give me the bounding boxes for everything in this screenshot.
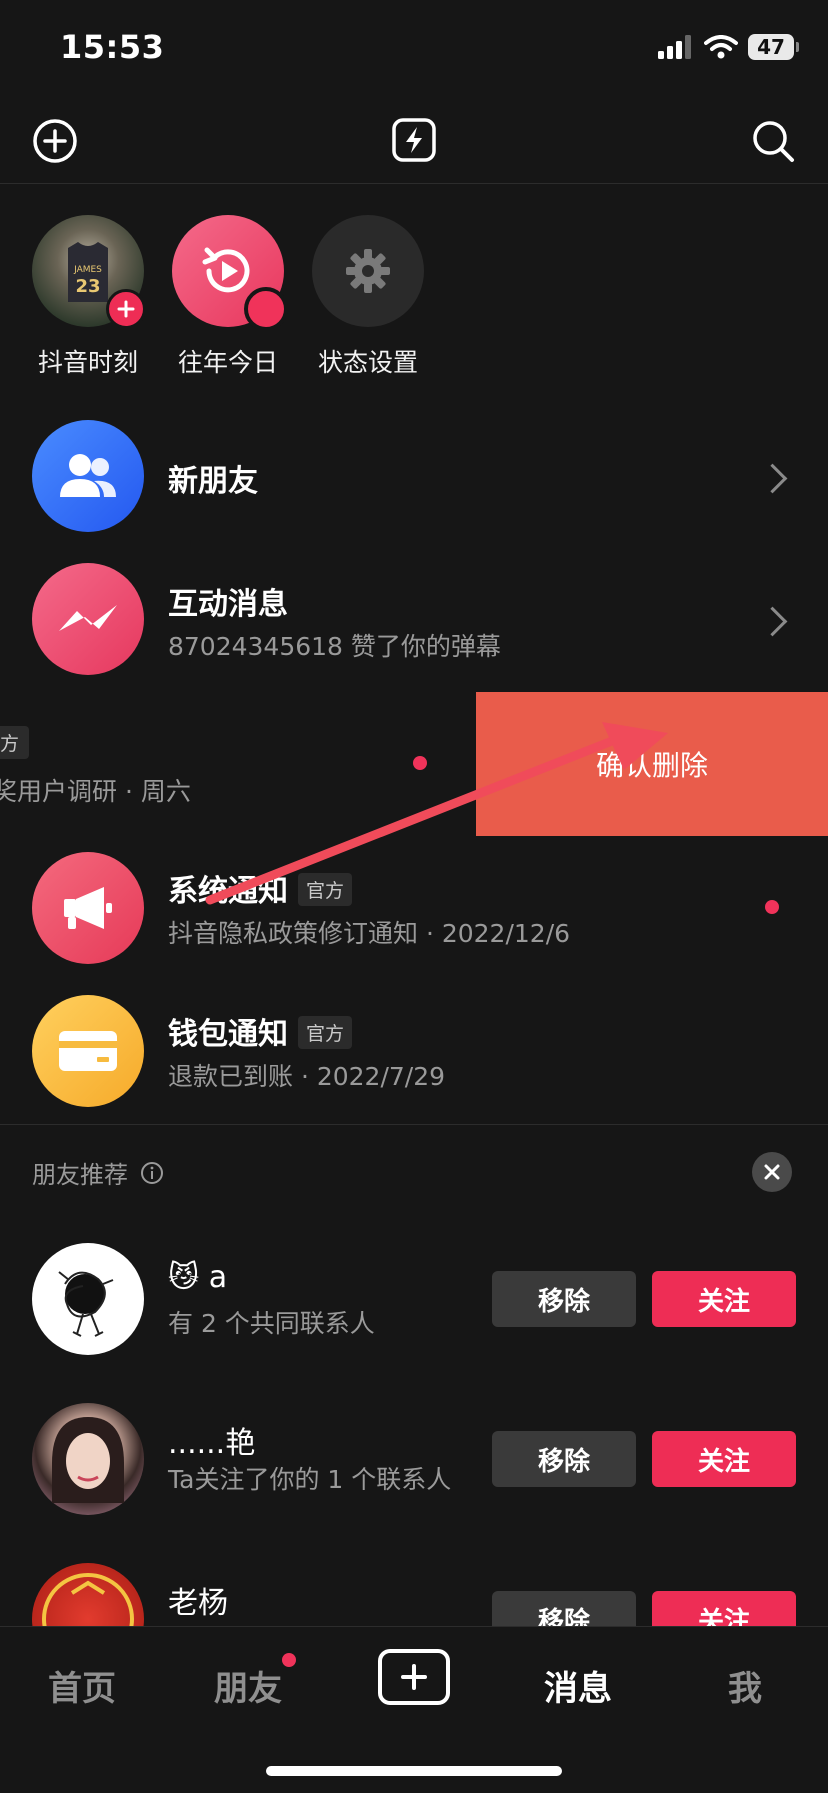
home-indicator — [266, 1766, 562, 1776]
official-tag: 官方 — [298, 1016, 353, 1049]
remove-button[interactable]: 移除 — [492, 1431, 636, 1487]
megaphone-icon — [64, 887, 112, 929]
status-time: 15:53 — [60, 28, 165, 66]
swiped-conversation-row[interactable]: 方 奖用户调研 · 周六 确认删除 — [0, 692, 828, 836]
plus-badge-icon[interactable] — [106, 289, 146, 329]
story-past-years[interactable]: 往年今日 — [172, 215, 288, 379]
system-notice-title-line: 系统通知 官方 — [168, 866, 353, 910]
flash-icon[interactable] — [390, 116, 438, 164]
create-post-button[interactable] — [378, 1649, 450, 1705]
svg-text:JAMES: JAMES — [73, 265, 102, 275]
recommend-user-row[interactable]: 😼 a 有 2 个共同联系人 移除 关注 — [0, 1240, 828, 1360]
unread-dot — [765, 900, 779, 914]
new-friends-row[interactable]: 新朋友 — [0, 412, 828, 542]
add-icon[interactable] — [32, 118, 78, 164]
interaction-subtitle: 87024345618 赞了你的弹幕 — [168, 632, 501, 661]
story-avatar[interactable]: JAMES 23 — [32, 215, 146, 329]
nav-friends[interactable]: 朋友 — [214, 1661, 282, 1710]
user-name: ......艳 — [168, 1426, 256, 1461]
story-label: 状态设置 — [317, 348, 418, 377]
red-seal-avatar-image — [42, 1573, 134, 1626]
follow-button[interactable]: 关注 — [652, 1591, 796, 1626]
close-recommend-icon[interactable] — [752, 1152, 792, 1192]
new-friends-title: 新朋友 — [168, 464, 258, 499]
story-label: 往年今日 — [177, 348, 278, 377]
story-icon-circle[interactable] — [172, 215, 288, 331]
remove-button[interactable]: 移除 — [492, 1271, 636, 1327]
avatar[interactable] — [32, 1243, 144, 1355]
wallet-icon-circle — [32, 995, 144, 1107]
gear-icon — [346, 249, 390, 293]
recommend-user-row[interactable]: 老杨 移除 关注 — [0, 1560, 828, 1626]
story-status-settings[interactable]: 状态设置 — [312, 215, 424, 379]
section-divider — [0, 1124, 828, 1125]
swiped-row-subtitle: 奖用户调研 · 周六 — [0, 777, 191, 806]
user-desc: 有 2 个共同联系人 — [168, 1309, 375, 1338]
interaction-messages-row[interactable]: 互动消息 87024345618 赞了你的弹幕 — [0, 555, 828, 685]
battery-indicator: 47 — [748, 34, 799, 60]
nav-messages[interactable]: 消息 — [544, 1661, 612, 1710]
user-name: 😼 a — [168, 1260, 228, 1295]
system-notice-title: 系统通知 — [168, 874, 288, 909]
nav-home[interactable]: 首页 — [48, 1661, 116, 1710]
recommend-user-row[interactable]: ......艳 Ta关注了你的 1 个联系人 移除 关注 — [0, 1400, 828, 1530]
unread-dot — [413, 756, 427, 770]
confirm-delete-label: 确认删除 — [595, 749, 708, 782]
scribble-avatar-image — [58, 1271, 114, 1337]
avatar[interactable] — [32, 1563, 144, 1626]
info-icon[interactable] — [140, 1161, 164, 1185]
friends-icon-circle — [32, 420, 144, 532]
avatar[interactable] — [32, 1403, 144, 1515]
recommend-title: 朋友推荐 — [32, 1161, 128, 1189]
user-desc: Ta关注了你的 1 个联系人 — [168, 1465, 452, 1494]
wallet-notice-subtitle: 退款已到账 · 2022/7/29 — [168, 1062, 446, 1091]
wallet-notice-row[interactable]: 钱包通知 官方 退款已到账 · 2022/7/29 — [0, 985, 828, 1117]
search-icon[interactable] — [750, 118, 796, 164]
top-divider — [0, 183, 828, 184]
status-icons: 47 — [658, 34, 799, 60]
follow-button[interactable]: 关注 — [652, 1431, 796, 1487]
story-label: 抖音时刻 — [37, 348, 138, 377]
chevron-right-icon — [757, 606, 788, 637]
story-douyin-moment[interactable]: JAMES 23 抖音时刻 — [32, 215, 146, 379]
plus-icon — [401, 1664, 427, 1690]
cellular-signal-icon — [658, 35, 691, 59]
system-icon-circle — [32, 852, 144, 964]
recommend-header: 朋友推荐 — [32, 1155, 164, 1190]
follow-button[interactable]: 关注 — [652, 1271, 796, 1327]
red-dot-badge — [244, 287, 288, 331]
wallet-notice-title: 钱包通知 — [168, 1017, 288, 1052]
nav-me[interactable]: 我 — [728, 1661, 762, 1710]
interaction-title: 互动消息 — [168, 587, 288, 622]
people-icon — [60, 454, 116, 497]
official-tag: 方 — [0, 726, 30, 759]
story-icon-circle[interactable] — [312, 215, 424, 327]
portrait-avatar-image — [52, 1417, 124, 1503]
wifi-icon — [704, 35, 738, 59]
remove-button[interactable]: 移除 — [492, 1591, 636, 1626]
card-icon — [59, 1031, 117, 1071]
activity-wave-icon — [59, 605, 117, 631]
system-notice-subtitle: 抖音隐私政策修订通知 · 2022/12/6 — [168, 919, 571, 948]
chevron-right-icon — [757, 463, 788, 494]
friends-unread-dot — [282, 1653, 296, 1667]
svg-text:23: 23 — [75, 276, 100, 297]
interaction-icon-circle — [32, 563, 144, 675]
user-name: 老杨 — [168, 1586, 228, 1621]
system-notice-row[interactable]: 系统通知 官方 抖音隐私政策修订通知 · 2022/12/6 — [0, 842, 828, 974]
confirm-delete-button[interactable]: 确认删除 — [476, 692, 828, 836]
official-tag: 官方 — [298, 873, 353, 906]
wallet-notice-title-line: 钱包通知 官方 — [168, 1009, 353, 1053]
